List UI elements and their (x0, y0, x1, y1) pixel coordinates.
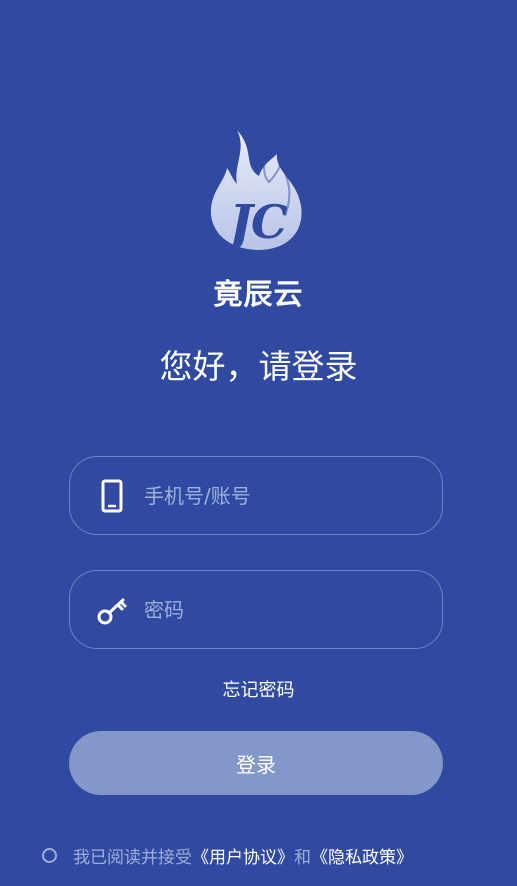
privacy-policy-link[interactable]: 《隐私政策》 (311, 843, 413, 868)
login-button[interactable]: 登录 (69, 731, 443, 795)
user-agreement-link[interactable]: 《用户协议》 (192, 843, 294, 868)
account-field[interactable] (69, 456, 443, 535)
agreement-row: 我已阅读并接受 《用户协议》 和 《隐私政策》 (42, 842, 413, 868)
flame-logo-icon: J C (210, 130, 302, 252)
password-input[interactable] (144, 571, 424, 648)
forgot-password-link[interactable]: 忘记密码 (0, 677, 517, 705)
password-field[interactable] (69, 570, 443, 649)
login-greeting: 您好，请登录 (159, 347, 358, 386)
agreement-prefix: 我已阅读并接受 (73, 847, 192, 868)
app-name: 竟辰云 (213, 277, 304, 311)
key-icon (97, 598, 127, 625)
login-screen: J C 竟辰云 您好，请登录 忘记密码 登录 我已阅读并接受 《用户协议》 和 … (0, 0, 517, 886)
radio-circle-icon[interactable] (42, 847, 57, 863)
smartphone-icon (101, 479, 123, 513)
svg-text:C: C (251, 195, 288, 249)
agreement-conjunction: 和 (294, 847, 311, 868)
account-input[interactable] (144, 457, 424, 534)
